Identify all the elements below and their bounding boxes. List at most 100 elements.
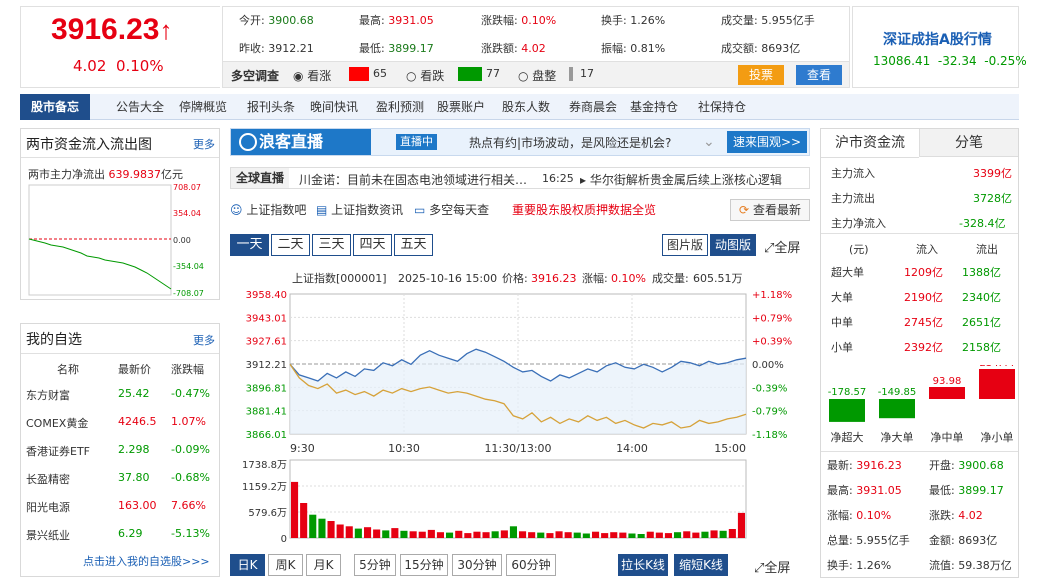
- flow-row-in: 2392亿: [904, 341, 943, 354]
- volume-bar: [354, 528, 362, 538]
- nav-item-2[interactable]: 报刊头条: [247, 94, 295, 120]
- watchlist-footer-link[interactable]: 点击进入我的自选股>>>: [83, 553, 210, 569]
- fund-flow-chart: 708.07 354.04 0.00 -354.04 -708.07: [28, 183, 204, 298]
- nav-item-5[interactable]: 股票账户: [437, 94, 485, 120]
- stock-name[interactable]: 阳光电源: [26, 499, 70, 515]
- play-icon: [239, 133, 257, 151]
- nav-item-3[interactable]: 晚间快讯: [310, 94, 358, 120]
- volume-bar: [701, 531, 709, 538]
- flow-tick: -354.04: [173, 262, 204, 271]
- shorten-kline-button[interactable]: 缩短K线: [674, 554, 728, 576]
- summary-item: 总量: 5.955亿手: [827, 532, 910, 548]
- stock-name[interactable]: 景兴纸业: [26, 527, 70, 543]
- flow-tick: -708.07: [173, 289, 204, 298]
- live-headline[interactable]: 热点有约|市场波动，是风险还是机会?: [469, 134, 671, 151]
- kline-tab-4[interactable]: 15分钟: [400, 554, 448, 576]
- watchlist-row[interactable]: 景兴纸业 6.29 -5.13%: [21, 521, 219, 548]
- stock-name[interactable]: 长盈精密: [26, 471, 70, 487]
- watchlist-row[interactable]: 长盈精密 37.80 -0.68%: [21, 465, 219, 492]
- stat-label: 今开:: [239, 14, 265, 27]
- volume-bar: [601, 533, 609, 538]
- volume-bar: [400, 530, 408, 538]
- nav-item-6[interactable]: 股东人数: [502, 94, 550, 120]
- link-index-forum[interactable]: ☺ 上证指数吧: [230, 201, 306, 218]
- global-live-row: 全球直播 川金诺：目前未在固态电池领域进行相关… 16:25 ▸ 华尔街解析贵金…: [230, 167, 810, 189]
- watchlist-row[interactable]: 东方财富 25.42 -0.47%: [21, 381, 219, 408]
- main-out-value: 3728亿: [973, 192, 1012, 205]
- pct-tick: -1.18%: [752, 430, 787, 441]
- fullscreen-button[interactable]: ⤢全屏: [764, 237, 800, 256]
- summary-item: 最高: 3931.05: [827, 482, 902, 498]
- main-out-label: 主力流出: [831, 192, 875, 205]
- extend-kline-button[interactable]: 拉长K线: [618, 554, 668, 576]
- stock-name[interactable]: COMEX黄金: [26, 415, 88, 431]
- nav-item-4[interactable]: 盈利预测: [376, 94, 424, 120]
- kline-fullscreen-button[interactable]: ⤢全屏: [754, 557, 790, 576]
- shenzhen-title[interactable]: 深证成指A股行情: [883, 29, 992, 49]
- range-tab-1[interactable]: 二天: [271, 234, 310, 256]
- kline-tab-2[interactable]: 月K: [306, 554, 341, 576]
- volume-bar: [519, 531, 527, 538]
- global-live-item[interactable]: 川金诺：目前未在固态电池领域进行相关…: [299, 171, 527, 188]
- tab-sh-flow[interactable]: 沪市资金流: [821, 129, 919, 157]
- summary-item: 金额: 8693亿: [929, 532, 997, 548]
- refresh-button[interactable]: ⟳ 查看最新: [730, 199, 810, 221]
- volume-bar: [327, 521, 335, 538]
- nav-item-9[interactable]: 社保持仓: [698, 94, 746, 120]
- poll-up-count: 65: [373, 67, 387, 80]
- range-tab-2[interactable]: 三天: [312, 234, 351, 256]
- x-tick: 10:30: [388, 442, 420, 455]
- view-results-button[interactable]: 查看: [796, 65, 842, 85]
- volume-bar: [637, 534, 645, 538]
- vol-tick: 579.6万: [248, 508, 287, 519]
- link-index-news[interactable]: ▤ 上证指数资讯: [316, 201, 403, 218]
- kline-tab-0[interactable]: 日K: [230, 554, 265, 576]
- watchlist-more-link[interactable]: 更多: [193, 332, 215, 348]
- range-tab-3[interactable]: 四天: [353, 234, 392, 256]
- anim-version-tab[interactable]: 动图版: [710, 234, 756, 256]
- range-tab-0[interactable]: 一天: [230, 234, 269, 256]
- kline-tab-1[interactable]: 周K: [268, 554, 303, 576]
- nav-item-0[interactable]: 公告大全: [116, 94, 164, 120]
- link-bull-bear[interactable]: ▭ 多空每天查: [414, 201, 489, 218]
- volume-frame: [289, 459, 747, 539]
- flow-tick: 0.00: [173, 236, 191, 245]
- range-tab-4[interactable]: 五天: [394, 234, 433, 256]
- stat-value: 0.10%: [521, 14, 557, 27]
- summary-item: 开盘: 3900.68: [929, 457, 1004, 473]
- watchlist-row[interactable]: 香港证券ETF 2.298 -0.09%: [21, 437, 219, 464]
- chevron-down-icon[interactable]: ⌄: [703, 135, 715, 149]
- nav-item-7[interactable]: 券商晨会: [569, 94, 617, 120]
- global-live-item-2[interactable]: ▸ 华尔街解析贵金属后续上涨核心逻辑: [580, 171, 782, 188]
- live-banner[interactable]: 浪客直播 直播中 热点有约|市场波动，是风险还是机会? ⌄ 速来围观>>: [230, 128, 810, 156]
- kline-tab-3[interactable]: 5分钟: [354, 554, 396, 576]
- watch-now-button[interactable]: 速来围观>>: [727, 131, 807, 153]
- tab-ticks[interactable]: 分笔: [919, 129, 1018, 157]
- kline-tab-6[interactable]: 60分钟: [506, 554, 556, 576]
- poll-option-flat[interactable]: ○ 盘整: [518, 67, 556, 84]
- expand-icon: ⤢: [764, 241, 775, 256]
- nav-item-1[interactable]: 停牌概览: [179, 94, 227, 120]
- poll-option-up[interactable]: ◉ 看涨: [293, 67, 331, 84]
- watchlist-panel: 我的自选 更多 名称 最新价 涨跌幅 东方财富 25.42 -0.47% COMEX黄…: [20, 323, 220, 577]
- watchlist-row[interactable]: 阳光电源 163.00 7.66%: [21, 493, 219, 520]
- watchlist-row[interactable]: COMEX黄金 4246.5 1.07%: [21, 409, 219, 436]
- stock-name[interactable]: 香港证券ETF: [26, 443, 90, 459]
- stock-name[interactable]: 东方财富: [26, 387, 70, 403]
- kline-tab-5[interactable]: 30分钟: [452, 554, 502, 576]
- main-in-value: 3399亿: [973, 167, 1012, 180]
- fund-flow-more-link[interactable]: 更多: [193, 136, 215, 152]
- stock-price: 4246.5: [118, 415, 157, 428]
- volume-bar: [610, 532, 618, 538]
- nav-item-8[interactable]: 基金持仓: [630, 94, 678, 120]
- vol-tick: 1159.2万: [242, 482, 287, 493]
- stock-pct: -0.68%: [171, 471, 210, 484]
- volume-bar: [582, 533, 590, 538]
- poll-option-down[interactable]: ○ 看跌: [406, 67, 444, 84]
- link-pledge-data[interactable]: 重要股东股权质押数据全览: [512, 201, 656, 218]
- index-change: 4.02 0.10%: [73, 57, 164, 75]
- vote-button[interactable]: 投票: [738, 65, 784, 85]
- global-live-time: 16:25: [542, 172, 574, 185]
- net-flow-bar: [979, 369, 1015, 399]
- image-version-tab[interactable]: 图片版: [662, 234, 708, 256]
